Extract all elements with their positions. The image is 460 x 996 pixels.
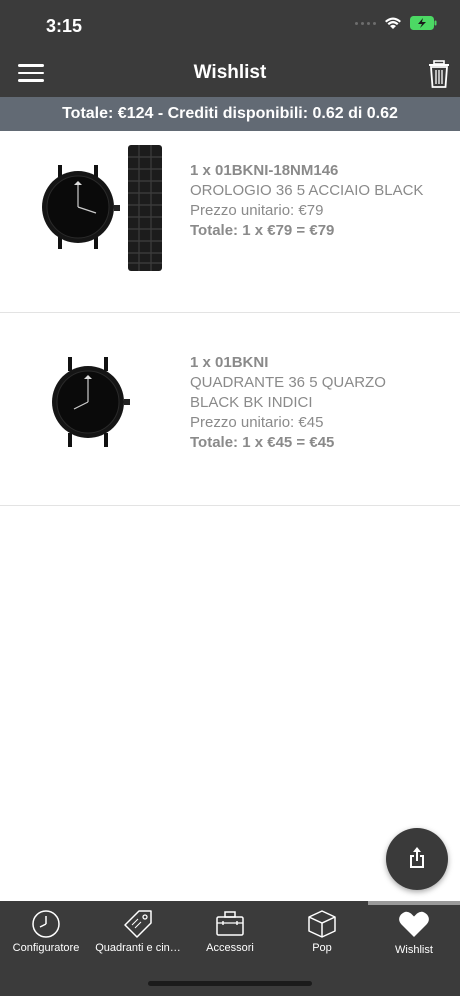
wishlist-item[interactable]: 1 x 01BKNI QUADRANTE 36 5 QUARZO BLACK B… <box>0 313 460 506</box>
item-name: OROLOGIO 36 5 ACCIAIO BLACK <box>190 182 424 199</box>
share-icon <box>410 847 424 868</box>
share-button[interactable] <box>386 828 448 890</box>
watch-dial-image <box>52 357 130 447</box>
item-name-line2: BLACK BK INDICI <box>190 394 313 411</box>
wifi-icon <box>385 17 401 29</box>
item-total: Totale: 1 x €45 = €45 <box>190 434 335 451</box>
battery-icon <box>410 16 437 30</box>
item-details: 1 x 01BKNI QUADRANTE 36 5 QUARZO BLACK B… <box>190 353 386 453</box>
clock-icon <box>32 910 60 938</box>
tag-icon <box>124 910 152 938</box>
trash-icon[interactable] <box>428 60 450 88</box>
box-icon <box>308 910 336 938</box>
watch-with-bracelet-image <box>42 145 162 271</box>
tab-configuratore[interactable]: Configuratore <box>0 901 92 971</box>
signal-icon <box>355 21 376 25</box>
tab-label: Configuratore <box>12 942 80 954</box>
item-total: Totale: 1 x €79 = €79 <box>190 222 335 239</box>
wishlist-summary: Totale: €124 - Crediti disponibili: 0.62… <box>0 97 460 131</box>
home-indicator <box>148 981 312 986</box>
item-details: 1 x 01BKNI-18NM146 OROLOGIO 36 5 ACCIAIO… <box>190 161 423 241</box>
page-title: Wishlist <box>193 62 267 83</box>
tab-pop[interactable]: Pop <box>276 901 368 971</box>
tab-label: Wishlist <box>395 944 433 956</box>
briefcase-icon <box>216 911 244 936</box>
top-bar: 3:15 Wishlist <box>0 0 460 97</box>
item-code: 1 x 01BKNI-18NM146 <box>190 162 339 179</box>
status-bar: 3:15 <box>0 0 460 50</box>
wishlist-item[interactable]: 1 x 01BKNI-18NM146 OROLOGIO 36 5 ACCIAIO… <box>0 131 460 313</box>
tab-label: Pop <box>312 942 332 954</box>
item-unit-price: Prezzo unitario: €45 <box>190 414 324 431</box>
tab-label: Accessori <box>206 942 254 954</box>
tab-quadranti[interactable]: Quadranti e cin… <box>92 901 184 971</box>
tab-wishlist[interactable]: Wishlist <box>368 901 460 971</box>
status-icons <box>355 16 438 30</box>
item-name: QUADRANTE 36 5 QUARZO <box>190 374 386 391</box>
tab-accessori[interactable]: Accessori <box>184 901 276 971</box>
heart-icon <box>399 911 429 937</box>
status-time: 3:15 <box>46 16 83 36</box>
tab-label: Quadranti e cin… <box>95 942 181 954</box>
item-code: 1 x 01BKNI <box>190 354 269 371</box>
item-unit-price: Prezzo unitario: €79 <box>190 202 324 219</box>
